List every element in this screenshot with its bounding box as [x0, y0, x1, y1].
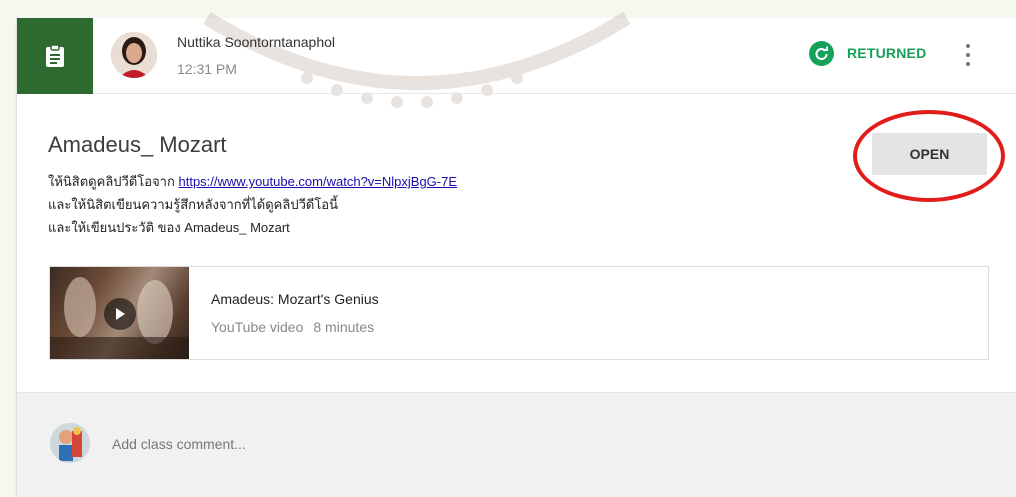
- returned-status: RETURNED: [809, 38, 926, 68]
- video-thumbnail[interactable]: [50, 267, 189, 359]
- attachment-meta: YouTube video 8 minutes: [211, 319, 374, 335]
- status-label: RETURNED: [847, 45, 927, 61]
- open-button[interactable]: OPEN: [872, 133, 987, 175]
- assignment-description: ให้นิสิตดูคลิปวีดีโอจาก https://www.yout…: [48, 170, 748, 239]
- assignment-card: Nuttika Soontorntanaphol 12:31 PM RETURN…: [16, 12, 1016, 497]
- attachment-kind: YouTube video: [211, 319, 304, 335]
- author-avatar: [111, 32, 157, 78]
- video-attachment[interactable]: Amadeus: Mozart's Genius YouTube video 8 …: [49, 266, 989, 360]
- class-comment-input[interactable]: [112, 433, 712, 455]
- author-name: Nuttika Soontorntanaphol: [177, 34, 335, 50]
- returned-icon: [809, 40, 834, 66]
- post-header: Nuttika Soontorntanaphol 12:31 PM RETURN…: [17, 18, 1016, 94]
- assignment-title: Amadeus_ Mozart: [48, 132, 227, 157]
- assignment-type-badge: [17, 18, 93, 94]
- post-time: 12:31 PM: [177, 61, 237, 77]
- description-line-1: ให้นิสิตดูคลิปวีดีโอจาก https://www.yout…: [48, 174, 458, 189]
- attachment-duration: 8 minutes: [313, 319, 375, 335]
- description-line-3: และให้เขียนประวัติ ของ Amadeus_ Mozart: [48, 220, 290, 235]
- commenter-avatar: [50, 423, 90, 463]
- youtube-link[interactable]: https://www.youtube.com/watch?v=NlpxjBgG…: [178, 174, 457, 189]
- play-icon[interactable]: [104, 298, 136, 330]
- page-background: Nuttika Soontorntanaphol 12:31 PM RETURN…: [0, 0, 1016, 497]
- more-options-icon[interactable]: [961, 40, 975, 70]
- assignment-icon: [46, 44, 64, 67]
- comment-bar: [17, 392, 1016, 497]
- attachment-title[interactable]: Amadeus: Mozart's Genius: [211, 291, 379, 307]
- description-line-2: และให้นิสิตเขียนความรู้สึกหลังจากที่ได้ด…: [48, 197, 338, 212]
